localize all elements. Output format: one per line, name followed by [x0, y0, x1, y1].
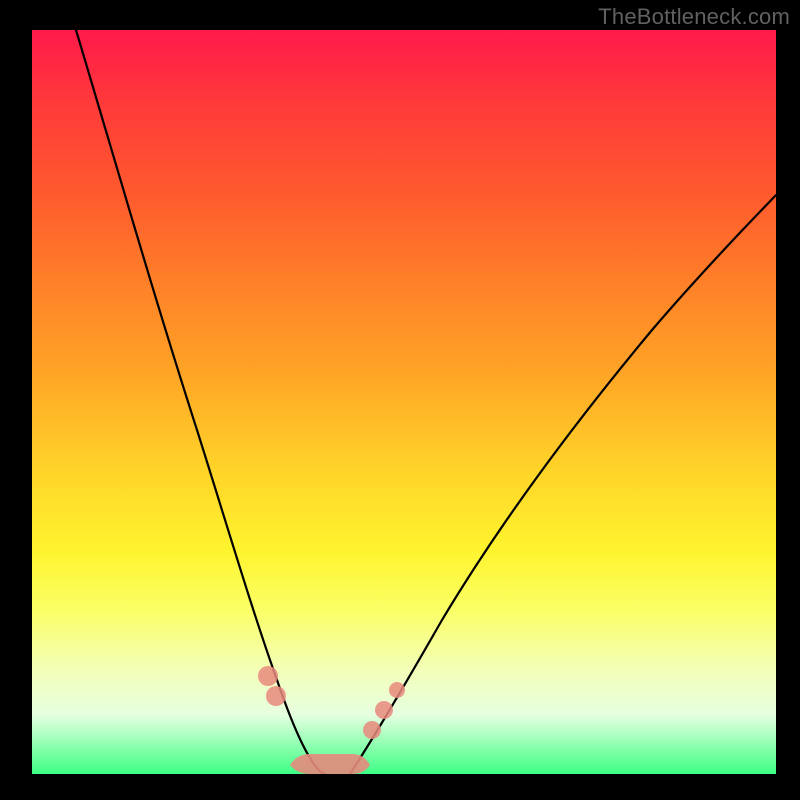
- left-curve: [76, 30, 325, 774]
- curve-overlay: [32, 30, 776, 774]
- marker-right-3: [389, 682, 405, 698]
- right-curve: [350, 195, 776, 774]
- bottom-highlight: [290, 754, 370, 774]
- plot-area: [32, 30, 776, 774]
- chart-stage: TheBottleneck.com: [0, 0, 800, 800]
- marker-right-2: [375, 701, 393, 719]
- watermark-text: TheBottleneck.com: [598, 4, 790, 30]
- marker-left-2: [266, 686, 286, 706]
- marker-right-1: [363, 721, 381, 739]
- marker-left-1: [258, 666, 278, 686]
